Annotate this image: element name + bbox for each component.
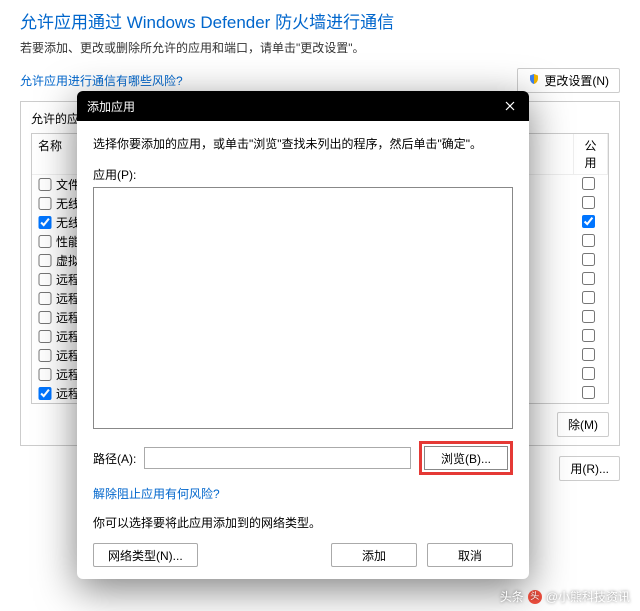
apps-listbox[interactable]: [93, 187, 513, 429]
row-public-checkbox[interactable]: [574, 272, 602, 288]
row-checkbox[interactable]: [38, 368, 52, 381]
close-icon[interactable]: [501, 97, 519, 115]
row-checkbox[interactable]: [38, 311, 52, 324]
page-title: 允许应用通过 Windows Defender 防火墙进行通信: [20, 8, 620, 33]
row-checkbox[interactable]: [38, 254, 52, 267]
watermark-text: @小熊科技资讯: [546, 588, 630, 605]
shield-icon: [528, 73, 540, 88]
network-type-button[interactable]: 网络类型(N)...: [93, 543, 198, 567]
row-checkbox[interactable]: [38, 387, 52, 400]
watermark-prefix: 头条: [500, 588, 524, 605]
risk-link[interactable]: 允许应用进行通信有哪些风险?: [20, 72, 183, 89]
path-input[interactable]: [144, 447, 411, 469]
browse-button[interactable]: 浏览(B)...: [424, 446, 508, 470]
apps-label: 应用(P):: [93, 166, 513, 183]
row-public-checkbox[interactable]: [574, 177, 602, 193]
unblock-risk-link[interactable]: 解除阻止应用有何风险?: [93, 485, 513, 502]
network-type-text: 你可以选择要将此应用添加到的网络类型。: [93, 514, 513, 531]
dialog-instruction: 选择你要添加的应用，或单击"浏览"查找未列出的程序，然后单击"确定"。: [93, 135, 513, 152]
browse-highlight: 浏览(B)...: [419, 441, 513, 475]
allow-other-app-button[interactable]: 用(R)...: [559, 456, 620, 481]
row-checkbox[interactable]: [38, 197, 52, 210]
watermark-icon: 头: [528, 590, 542, 604]
row-public-checkbox[interactable]: [574, 367, 602, 383]
row-checkbox[interactable]: [38, 273, 52, 286]
add-app-dialog: 添加应用 选择你要添加的应用，或单击"浏览"查找未列出的程序，然后单击"确定"。…: [77, 91, 529, 579]
change-settings-button[interactable]: 更改设置(N): [517, 68, 620, 93]
row-checkbox[interactable]: [38, 330, 52, 343]
col-public[interactable]: 公用: [574, 134, 608, 174]
remove-button[interactable]: 除(M): [557, 412, 609, 437]
row-public-checkbox[interactable]: [574, 234, 602, 250]
page-subtitle: 若要添加、更改或删除所允许的应用和端口，请单击"更改设置"。: [20, 39, 620, 56]
row-public-checkbox[interactable]: [574, 386, 602, 402]
row-checkbox[interactable]: [38, 292, 52, 305]
cancel-button[interactable]: 取消: [427, 543, 513, 567]
row-checkbox[interactable]: [38, 235, 52, 248]
row-public-checkbox[interactable]: [574, 348, 602, 364]
row-public-checkbox[interactable]: [574, 253, 602, 269]
watermark: 头条 头 @小熊科技资讯: [500, 588, 630, 605]
add-button[interactable]: 添加: [331, 543, 417, 567]
row-checkbox[interactable]: [38, 216, 52, 229]
change-settings-label: 更改设置(N): [544, 72, 609, 89]
dialog-title: 添加应用: [87, 98, 135, 115]
row-public-checkbox[interactable]: [574, 310, 602, 326]
row-public-checkbox[interactable]: [574, 196, 602, 212]
path-label: 路径(A):: [93, 450, 136, 467]
row-public-checkbox[interactable]: [574, 329, 602, 345]
row-public-checkbox[interactable]: [574, 215, 602, 231]
row-checkbox[interactable]: [38, 349, 52, 362]
row-public-checkbox[interactable]: [574, 291, 602, 307]
row-checkbox[interactable]: [38, 178, 52, 191]
